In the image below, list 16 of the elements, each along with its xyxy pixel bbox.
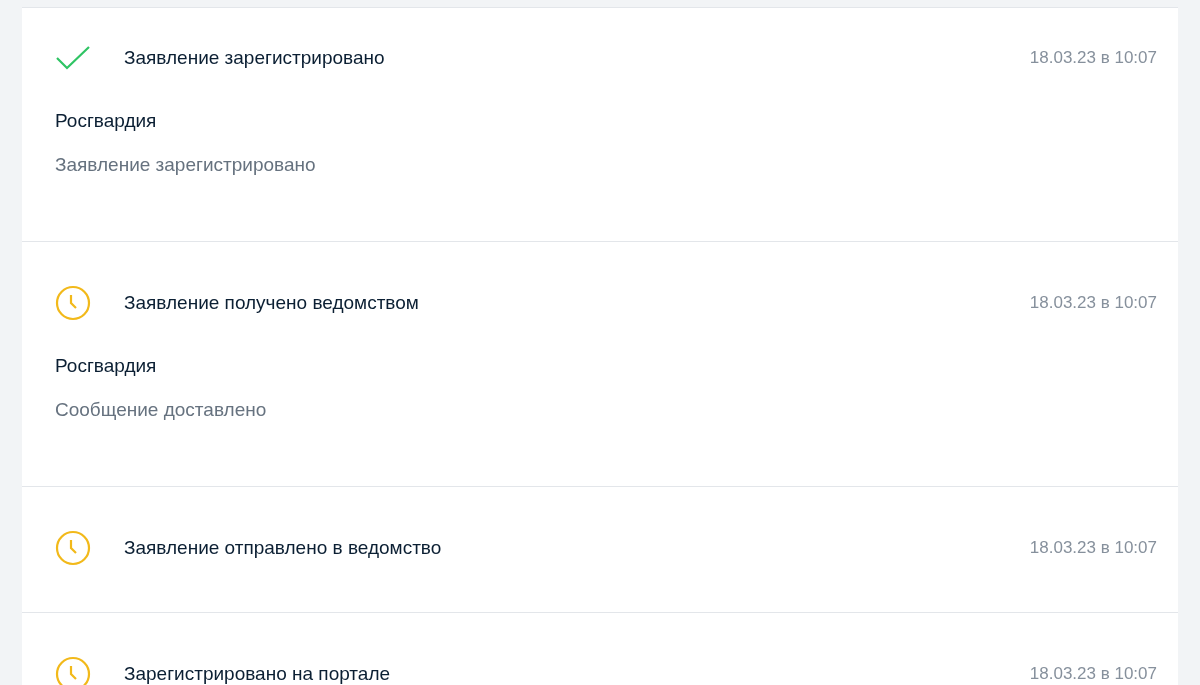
department-name: Росгвардия <box>55 109 158 133</box>
status-date: 18.03.23 в 10:07 <box>1029 664 1157 684</box>
status-date: 18.03.23 в 10:07 <box>1029 538 1157 558</box>
department-name: Росгвардия <box>55 354 158 378</box>
status-title: Заявление отправлено в ведомство <box>124 537 443 559</box>
status-message: Сообщение доставлено <box>55 398 268 422</box>
status-message: Заявление зарегистрировано <box>55 153 317 177</box>
clock-icon <box>55 656 91 685</box>
status-title: Заявление зарегистрировано <box>124 47 386 69</box>
status-date: 18.03.23 в 10:07 <box>1029 48 1157 68</box>
clock-icon <box>55 530 91 566</box>
status-title: Зарегистрировано на портале <box>124 663 392 685</box>
status-date: 18.03.23 в 10:07 <box>1029 293 1157 313</box>
clock-icon <box>55 285 91 321</box>
checkmark-icon <box>55 45 91 71</box>
status-title: Заявление получено ведомством <box>124 292 420 314</box>
